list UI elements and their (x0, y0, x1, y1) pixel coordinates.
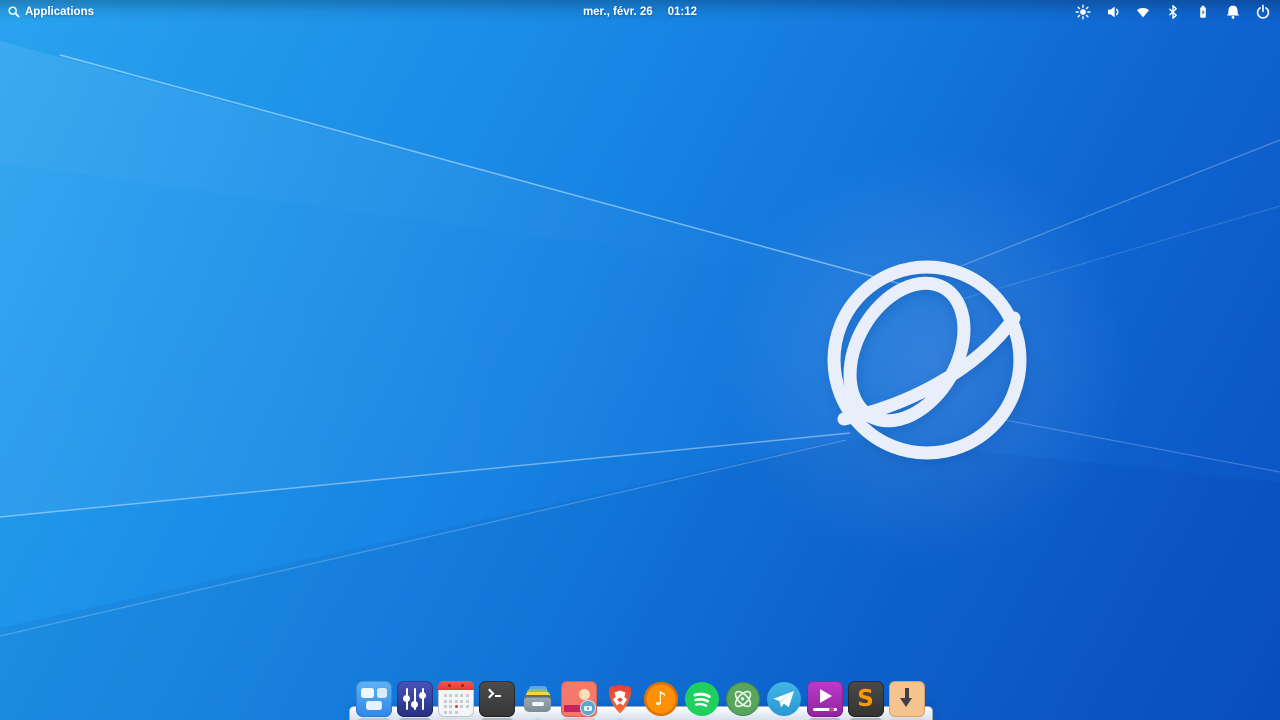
atom-icon (726, 682, 760, 716)
videos-icon (807, 681, 843, 717)
sound-icon[interactable] (1104, 0, 1121, 23)
dock-item-music[interactable]: ♪ (643, 681, 679, 717)
bluetooth-icon[interactable] (1164, 0, 1181, 23)
dock-item-atom-app[interactable] (725, 681, 761, 717)
wifi-icon[interactable] (1134, 0, 1151, 23)
panel-time: 01:12 (668, 6, 697, 18)
dock-item-spotify[interactable] (684, 681, 720, 717)
terminal-icon (479, 681, 515, 717)
power-icon[interactable] (1254, 0, 1271, 23)
dock-item-files[interactable] (520, 681, 556, 717)
brightness-icon[interactable] (1074, 0, 1091, 23)
brave-icon (602, 681, 638, 717)
desktop: Applications mer., févr. 26 01:12 (0, 0, 1280, 720)
files-icon (520, 681, 556, 717)
datetime-indicator[interactable]: mer., févr. 26 01:12 (583, 0, 697, 23)
music-icon: ♪ (644, 682, 678, 716)
download-arrow-icon (889, 681, 925, 717)
elementary-logo (827, 263, 1020, 453)
dock-item-videos[interactable] (807, 681, 843, 717)
dock-item-sliders[interactable] (397, 681, 433, 717)
notifications-icon[interactable] (1224, 0, 1241, 23)
dock-item-sublime-text[interactable]: S (848, 681, 884, 717)
dock-item-multitasking-view[interactable] (356, 681, 392, 717)
sliders-icon (397, 681, 433, 717)
photos-icon (561, 681, 597, 717)
applications-menu-button[interactable]: Applications (0, 0, 94, 23)
dock-item-brave-browser[interactable] (602, 681, 638, 717)
dock-item-calendar[interactable] (438, 681, 474, 717)
camera-badge-icon (580, 700, 596, 716)
battery-icon[interactable] (1194, 0, 1211, 23)
dock-item-installer[interactable] (889, 681, 925, 717)
panel-date: mer., févr. 26 (583, 6, 653, 18)
spotify-icon (685, 682, 719, 716)
top-panel: Applications mer., févr. 26 01:12 (0, 0, 1280, 23)
dock: ♪ (0, 660, 1280, 720)
dock-apps: ♪ (349, 681, 931, 717)
calendar-icon (438, 681, 474, 717)
telegram-icon (767, 682, 801, 716)
light-rays (0, 41, 1280, 720)
sublime-text-icon: S (848, 681, 884, 717)
search-icon (7, 5, 21, 19)
dock-item-terminal[interactable] (479, 681, 515, 717)
dock-item-photos[interactable] (561, 681, 597, 717)
wallpaper (0, 0, 1280, 720)
multitasking-icon (356, 681, 392, 717)
dock-item-telegram[interactable] (766, 681, 802, 717)
system-indicators (1074, 0, 1280, 23)
applications-label: Applications (25, 6, 94, 18)
